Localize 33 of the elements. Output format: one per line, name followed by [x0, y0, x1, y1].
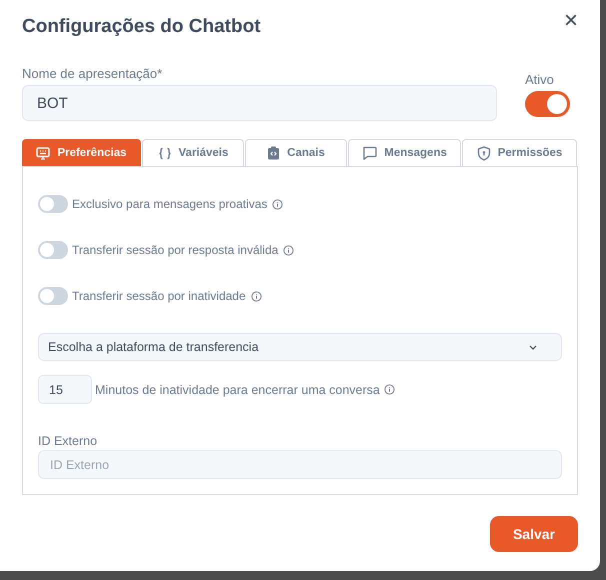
info-icon[interactable]: [283, 244, 294, 256]
chat-bubble-icon: [362, 146, 378, 160]
info-icon[interactable]: [384, 384, 395, 395]
tab[interactable]: Canais: [245, 139, 348, 166]
toggle-switch[interactable]: [38, 241, 68, 259]
toggle-label: Ativo: [525, 72, 555, 87]
field-label: ID Externo: [38, 434, 98, 448]
toggle-label: Transferir sessão por inatividade: [72, 289, 246, 303]
monitor-icon: [36, 146, 50, 160]
toggle-label: Exclusivo para mensagens proativas: [72, 197, 268, 211]
chevron-down-icon: [529, 344, 537, 350]
minutes-label: Minutos de inatividade para encerrar uma conversa: [95, 382, 380, 396]
toggle-label: Transferir sessão por resposta inválida: [72, 243, 278, 257]
toggle-switch[interactable]: [525, 91, 570, 117]
tab[interactable]: Permissões: [462, 139, 577, 166]
field-label: Nome de apresentação*: [22, 66, 164, 81]
tab[interactable]: Mensagens: [348, 139, 462, 166]
info-icon[interactable]: [272, 198, 284, 210]
tab[interactable]: Preferências: [22, 139, 141, 166]
braces-icon: [158, 146, 172, 160]
close-button[interactable]: ×: [560, 9, 582, 33]
toggle-switch[interactable]: [38, 287, 68, 305]
save-button[interactable]: Salvar: [490, 516, 578, 552]
external-id-input[interactable]: ID Externo: [38, 450, 562, 479]
dialog-title: Configurações do Chatbot: [22, 15, 261, 39]
minutes-input[interactable]: 15: [38, 375, 92, 404]
platform-dropdown[interactable]: Escolha a plataforma de transferencia: [38, 333, 562, 361]
name-input[interactable]: BOT: [22, 85, 497, 121]
shield-icon: [476, 146, 491, 160]
clipboard-icon: [267, 146, 280, 160]
tab[interactable]: Variáveis: [142, 139, 244, 166]
info-icon[interactable]: [250, 290, 262, 302]
toggle-switch[interactable]: [38, 195, 68, 213]
